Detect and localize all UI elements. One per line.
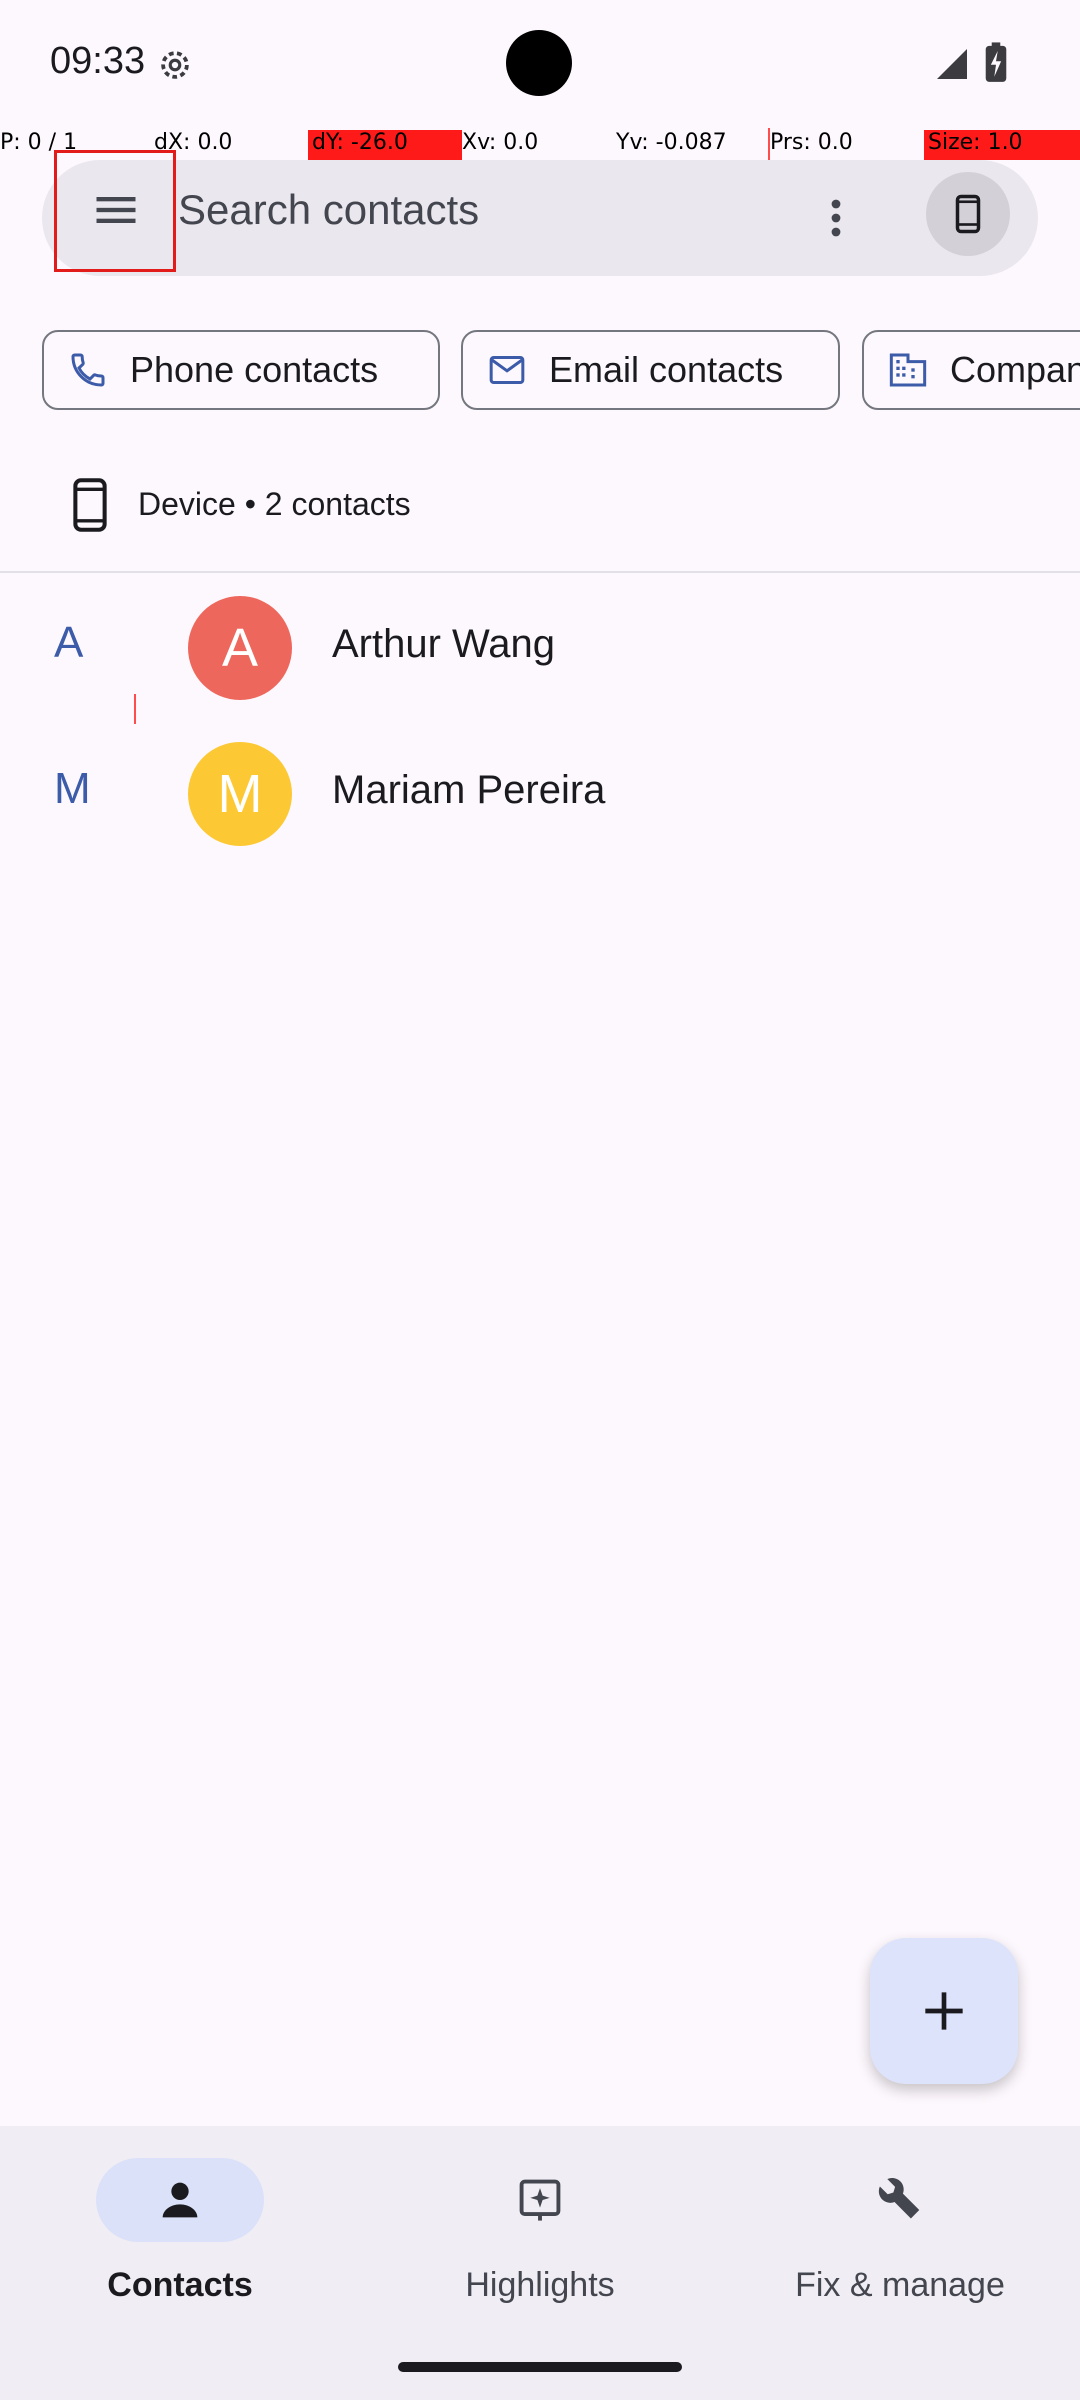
- nav-item-contacts[interactable]: Contacts: [0, 2126, 360, 2326]
- debug-yv: Yv: -0.087: [616, 130, 727, 155]
- debug-size: Size: 1.0: [924, 130, 1080, 160]
- more-options-button[interactable]: [800, 170, 872, 266]
- mail-icon: [489, 356, 525, 384]
- search-input[interactable]: Search contacts: [178, 186, 479, 234]
- filter-chip-label: Phone contacts: [130, 349, 379, 390]
- focus-highlight: [54, 150, 176, 272]
- avatar: A: [188, 596, 292, 700]
- bottom-navigation: Contacts Highlights Fix & manage: [0, 2126, 1080, 2400]
- nav-label: Fix & manage: [795, 2266, 1005, 2304]
- business-icon: [889, 353, 927, 387]
- debug-trace-line: [768, 128, 770, 160]
- debug-xv: Xv: 0.0: [462, 130, 539, 155]
- nav-item-highlights[interactable]: Highlights: [360, 2126, 720, 2326]
- account-header[interactable]: Device • 2 contacts: [0, 466, 1080, 546]
- contact-name: Mariam Pereira: [332, 768, 606, 812]
- filter-chip-company[interactable]: Compan: [862, 330, 1080, 410]
- divider: [0, 571, 1080, 573]
- account-label: Device • 2 contacts: [138, 486, 411, 522]
- filter-chip-label: Compan: [950, 349, 1080, 390]
- status-bar: 09:33: [0, 0, 1080, 128]
- person-icon: [162, 2182, 198, 2218]
- settings-gear-icon: [161, 51, 189, 79]
- nav-item-fix-manage[interactable]: Fix & manage: [720, 2126, 1080, 2326]
- account-switcher-button[interactable]: [926, 172, 1010, 256]
- battery-charging-icon: [985, 42, 1007, 82]
- home-indicator[interactable]: [398, 2362, 682, 2372]
- add-contact-button[interactable]: [870, 1938, 1018, 2084]
- highlights-icon: [519, 2179, 561, 2221]
- phone-device-icon: [955, 194, 981, 234]
- avatar-initial: M: [217, 764, 263, 824]
- filter-chip-email-contacts[interactable]: Email contacts: [461, 330, 840, 410]
- debug-dy: dY: -26.0: [308, 130, 462, 160]
- filter-chip-phone-contacts[interactable]: Phone contacts: [42, 330, 440, 410]
- contact-row[interactable]: M Mariam Pereira: [0, 724, 1080, 864]
- avatar-initial: A: [221, 618, 259, 678]
- wrench-icon: [878, 2178, 920, 2219]
- avatar: M: [188, 742, 292, 846]
- filter-chip-label: Email contacts: [549, 349, 784, 390]
- camera-cutout: [506, 30, 572, 96]
- more-vert-icon: [831, 199, 841, 237]
- debug-prs: Prs: 0.0: [770, 130, 853, 155]
- contact-row[interactable]: A Arthur Wang: [0, 578, 1080, 718]
- nav-label: Contacts: [107, 2266, 253, 2304]
- cell-signal-icon: [937, 49, 967, 79]
- add-icon: [925, 1992, 963, 2030]
- phone-device-icon: [73, 478, 107, 532]
- status-time: 09:33: [50, 40, 146, 82]
- phone-icon: [71, 353, 105, 387]
- nav-label: Highlights: [465, 2266, 615, 2304]
- contact-name: Arthur Wang: [332, 622, 556, 666]
